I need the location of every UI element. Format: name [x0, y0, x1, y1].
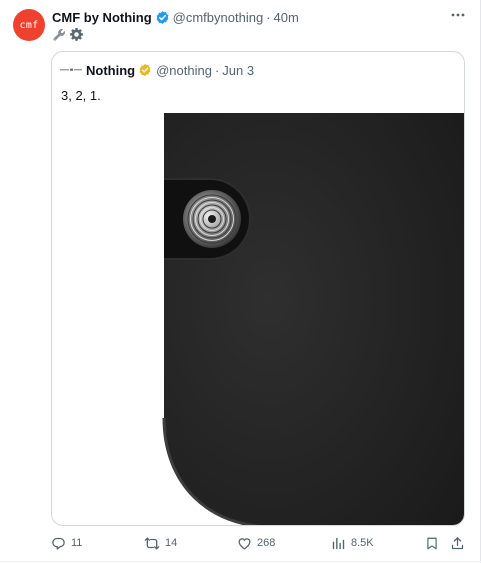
tweet[interactable]: cmf CMF by Nothing @cmfbynothing · 40m N… [0, 0, 481, 563]
quoted-separator: · [214, 62, 220, 78]
avatar-text: cmf [19, 19, 39, 31]
reply-button[interactable]: 11 [51, 532, 82, 554]
bookmark-button[interactable] [425, 532, 439, 554]
views-chart-icon [331, 536, 346, 551]
quoted-author-handle[interactable]: @nothing [156, 63, 212, 78]
bookmark-icon [425, 536, 439, 551]
header-separator: · [266, 9, 271, 25]
author-name[interactable]: CMF by Nothing [52, 10, 152, 25]
divider [0, 561, 481, 562]
views-count: 8.5K [351, 537, 374, 549]
like-button[interactable]: 268 [237, 532, 275, 554]
tweet-actions: 11 14 268 8.5K [0, 532, 481, 554]
share-button[interactable] [450, 532, 465, 554]
wrench-icon [52, 27, 67, 47]
quoted-author-avatar[interactable] [60, 64, 82, 76]
retweet-icon [144, 536, 160, 551]
quoted-tweet[interactable]: Nothing @nothing · Jun 3 3, 2, 1. [51, 51, 465, 526]
quoted-header: Nothing @nothing · Jun 3 [86, 62, 254, 78]
tweet-time[interactable]: 40m [274, 10, 299, 25]
heart-icon [237, 536, 252, 551]
quoted-media-image[interactable] [162, 113, 464, 525]
tweet-text [52, 27, 84, 47]
share-icon [450, 536, 465, 551]
quoted-date[interactable]: Jun 3 [222, 63, 254, 78]
views-button[interactable]: 8.5K [331, 532, 374, 554]
quoted-author-name[interactable]: Nothing [86, 63, 135, 78]
retweet-count: 14 [165, 537, 178, 549]
reply-icon [51, 536, 66, 551]
like-count: 268 [257, 537, 276, 549]
author-handle[interactable]: @cmfbynothing [173, 10, 264, 25]
gold-verified-badge-icon [138, 63, 153, 78]
retweet-button[interactable]: 14 [144, 532, 177, 554]
gear-icon [69, 27, 84, 47]
quoted-text: 3, 2, 1. [61, 88, 101, 103]
tweet-header: CMF by Nothing @cmfbynothing · 40m [52, 8, 299, 26]
reply-count: 11 [71, 537, 83, 549]
author-avatar[interactable]: cmf [13, 9, 45, 41]
phone-body [164, 113, 464, 525]
verified-badge-icon [155, 10, 170, 25]
more-options-icon[interactable] [449, 7, 467, 23]
